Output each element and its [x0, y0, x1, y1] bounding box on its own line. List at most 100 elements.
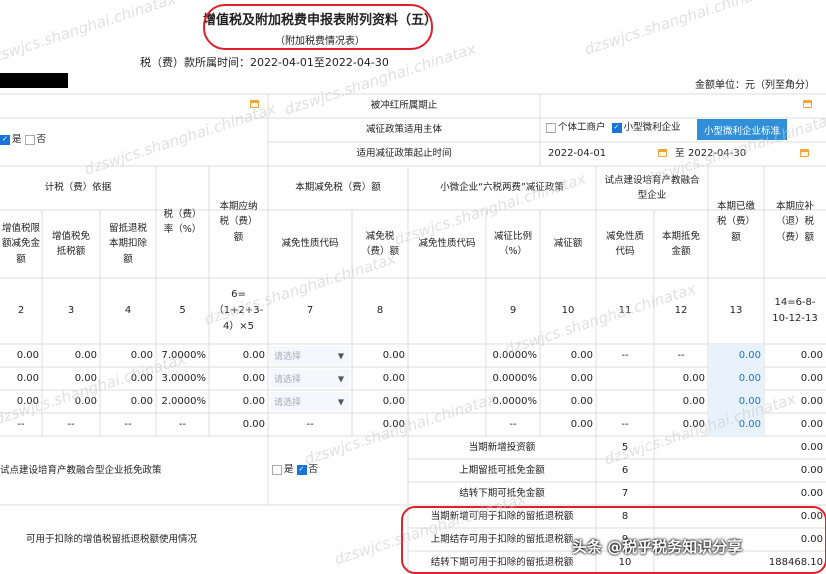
table-cell-c10: 0.00 [570, 395, 593, 407]
rate-header: 税（费）率（%） [163, 208, 202, 235]
table-cell-c8: 0.00 [382, 418, 405, 430]
table-cell-c13[interactable]: 0.00 [708, 413, 764, 436]
reduction-amt2-header: 减征额 [553, 238, 583, 250]
table-cell-c2: 0.00 [16, 372, 39, 384]
table-cell-ratio: 0.0000% [492, 349, 538, 361]
table-cell-c8: 0.00 [382, 395, 405, 407]
col-number: 8 [376, 305, 384, 316]
table-cell-c13[interactable]: 0.00 [708, 390, 764, 413]
calendar-icon[interactable] [800, 149, 809, 157]
reduction-code-select[interactable]: 请选择 ▼ [270, 369, 350, 388]
chevron-down-icon: ▼ [337, 351, 344, 360]
table-cell-c3: 0.00 [74, 395, 97, 407]
reduction-subject-label: 减征政策适用主体 [365, 124, 442, 136]
table-cell-c4: 0.00 [130, 349, 153, 361]
reduction-amount-header: 减免税（费）额 [360, 230, 399, 257]
table-cell-c2: 0.00 [16, 349, 39, 361]
table-cell-c10: 0.00 [570, 372, 593, 384]
table-cell-sel: -- [306, 418, 314, 430]
deductible-label: 可用于扣除的增值税留抵退税额使用情况 [26, 533, 198, 545]
bottom-item-number: 7 [621, 487, 629, 499]
table-cell-c6: 0.00 [242, 418, 265, 430]
table-cell-c12: 0.00 [682, 418, 705, 430]
table-cell-c13[interactable]: 0.00 [708, 344, 764, 367]
select-value: 请选择 [274, 352, 302, 362]
col4-header: 留抵退税本期扣除额 [108, 223, 147, 265]
table-cell-c14: 0.00 [800, 349, 823, 361]
col-number: 14=6-8-10-12-13 [772, 297, 818, 324]
policy-period-label: 适用减征政策起止时间 [356, 148, 452, 160]
pilot-amount-header: 本期抵免金额 [661, 230, 700, 257]
date-start[interactable]: 2022-04-01 [548, 142, 648, 166]
reduction-code-header-2: 减免性质代码 [418, 238, 476, 250]
reduction-code-select[interactable]: 请选择 ▼ [270, 346, 350, 365]
source-badge: 头条 @税乎税务知识分享 [572, 538, 743, 556]
basis-header: 计税（费）依据 [44, 182, 112, 194]
table-cell-c13[interactable]: 0.00 [708, 367, 764, 390]
calendar-icon[interactable] [658, 149, 667, 157]
bottom-item-label: 上期留抵可抵免金额 [459, 464, 545, 476]
table-cell-ratio: -- [509, 418, 517, 430]
subject-options: 个体工商户 小型微利企业 [546, 118, 696, 138]
col-number: 5 [179, 305, 186, 316]
date-end[interactable]: 2022-04-30 [688, 142, 788, 166]
no-checkbox[interactable] [24, 135, 35, 145]
table-cell-c4: -- [124, 418, 132, 430]
table-cell-c10: 0.00 [570, 418, 593, 430]
bottom-item-number: 5 [621, 441, 629, 453]
ratio-header: 减征比例（%） [493, 230, 532, 257]
col-number: 2 [17, 305, 25, 316]
pilot-policy-label: 试点建设培育产教融合型企业抵免政策 [0, 464, 162, 476]
paid-header: 本期已缴税（费）额 [716, 201, 755, 243]
table-cell-c4: 0.00 [130, 372, 153, 384]
table-cell-c8: 0.00 [382, 349, 405, 361]
pilot-header: 试点建设培育产教融合型企业 [604, 174, 700, 201]
pilot-no-checkbox[interactable] [296, 464, 307, 475]
col-number: 3 [67, 305, 75, 316]
small-enterprise-standard-button[interactable]: 小型微利企业标准 [697, 119, 787, 140]
calendar-icon[interactable] [250, 100, 259, 108]
reduction-code-select[interactable]: 请选择 ▼ [270, 392, 350, 411]
table-cell-rate: -- [178, 418, 187, 430]
col-number: 10 [561, 305, 575, 316]
table-cell-rate: 3.0000% [161, 372, 207, 384]
bottom-item-label: 结转下期可抵免金额 [459, 487, 545, 499]
payable-header: 本期应纳税（费）额 [219, 201, 258, 243]
chevron-down-icon: ▼ [337, 374, 344, 383]
table-cell-ratio: 0.0000% [492, 372, 538, 384]
reduction-header: 本期减免税（费）额 [295, 182, 381, 194]
yes-checkbox[interactable] [0, 134, 10, 145]
calendar-icon[interactable] [803, 100, 812, 108]
pilot-code-header: 减免性质代码 [605, 230, 644, 257]
col3-header: 增值税免抵税额 [51, 230, 90, 257]
table-cell-c11: -- [621, 418, 629, 430]
pilot-yes-checkbox[interactable] [272, 465, 282, 475]
col-number: 7 [306, 305, 314, 316]
table-cell-ratio: 0.0000% [492, 395, 538, 407]
col-number: 13 [729, 305, 743, 316]
small-enterprise-checkbox[interactable] [611, 122, 622, 133]
table-cell-c3: 0.00 [74, 372, 97, 384]
table-cell-c2: 0.00 [16, 395, 39, 407]
table-cell-c6: 0.00 [242, 372, 265, 384]
table-cell-c2: -- [17, 418, 25, 430]
col2-header: 增值税限额减免金额 [2, 223, 41, 265]
col-number: 11 [618, 305, 632, 316]
chevron-down-icon: ▼ [337, 397, 344, 406]
table-cell-c11 [596, 367, 654, 390]
col-number: 12 [674, 305, 688, 316]
table-cell-c10: 0.00 [570, 349, 593, 361]
table-cell-rate: 7.0000% [161, 349, 207, 361]
table-cell-c14: 0.00 [800, 418, 823, 430]
individual-checkbox[interactable] [546, 123, 556, 133]
bottom-item-value: 0.00 [800, 464, 823, 476]
table-cell-c8: 0.00 [382, 372, 405, 384]
title-highlight-ellipse [203, 4, 433, 50]
table-cell-c12: 0.00 [682, 395, 705, 407]
table-cell-c12: -- [677, 349, 685, 361]
policy-yes-no: 是 否 [0, 130, 60, 150]
table-cell-c11 [596, 390, 654, 413]
redacted-name-bar [0, 73, 68, 88]
refund-period-label: 被冲红所属期止 [370, 100, 438, 112]
tax-period: 税（费）款所属时间：2022-04-01至2022-04-30 [140, 56, 389, 69]
